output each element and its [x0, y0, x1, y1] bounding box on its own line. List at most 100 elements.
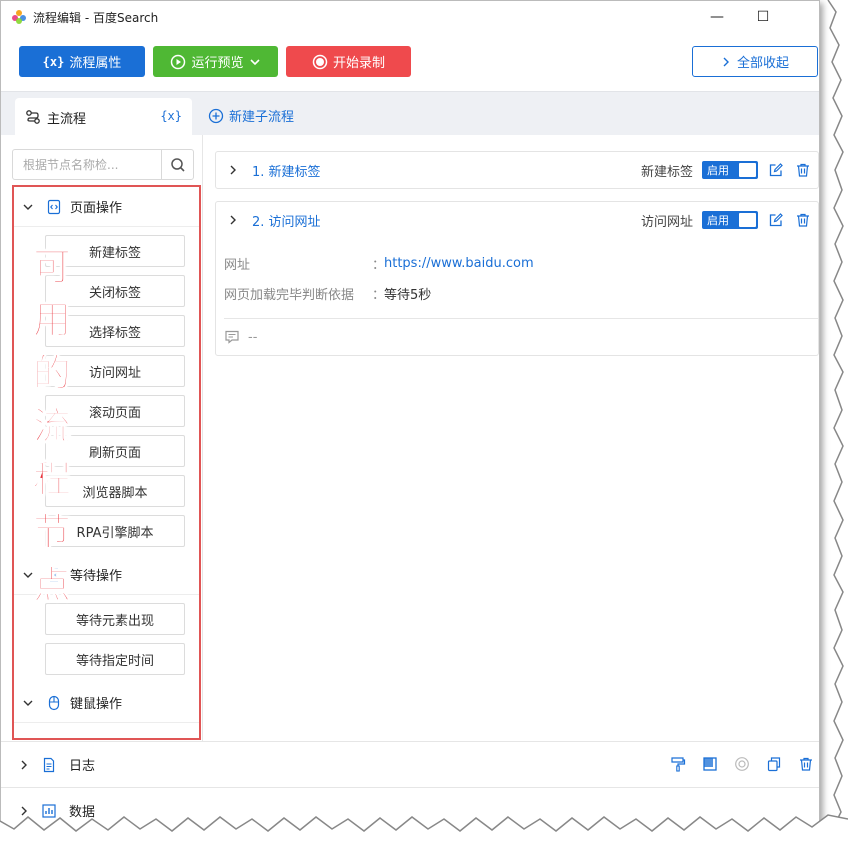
node-refresh-page[interactable]: 刷新页面: [45, 435, 185, 467]
chevron-down-icon: [249, 58, 260, 65]
group-keyboard-mouse-label: 键鼠操作: [70, 697, 123, 712]
group-wait-operations-label: 等待操作: [70, 569, 123, 584]
toggle-label: 启用: [707, 164, 730, 177]
node-close-tab[interactable]: 关闭标签: [45, 275, 185, 307]
chevron-right-icon: [230, 165, 236, 175]
collapse-all-label: 全部收起: [736, 56, 789, 71]
node-wait-element[interactable]: 等待元素出现: [45, 603, 185, 635]
flow-properties-label: 流程属性: [69, 56, 122, 71]
node-visit-url[interactable]: 访问网址: [45, 355, 185, 387]
field-separator: ：: [372, 287, 386, 303]
app-window: 流程编辑 - 百度Search — ☐ {x} 流程属性 运行预览 开始录制 全…: [0, 0, 820, 835]
copy-button[interactable]: [765, 755, 783, 773]
node-rpa-engine-script[interactable]: RPA引擎脚本: [45, 515, 185, 547]
run-preview-button[interactable]: 运行预览: [153, 46, 278, 77]
dock-panel-button[interactable]: [701, 755, 719, 773]
flow-properties-button[interactable]: {x} 流程属性: [19, 46, 145, 77]
step-header[interactable]: 1. 新建标签 新建标签 启用: [216, 152, 818, 188]
step-actions: 访问网址 启用: [641, 202, 812, 238]
step-header[interactable]: 2. 访问网址 访问网址 启用: [216, 202, 818, 238]
start-recording-label: 开始录制: [332, 56, 385, 71]
copy-icon: [767, 757, 781, 772]
step-field-row: 网址 ： https://www.baidu.com: [224, 248, 818, 278]
step-actions: 新建标签 启用: [641, 152, 812, 188]
chevron-right-icon: [723, 57, 729, 66]
edit-step-button[interactable]: [767, 211, 785, 229]
node-select-tab[interactable]: 选择标签: [45, 315, 185, 347]
comment-icon: [225, 330, 239, 344]
node-search: [12, 149, 194, 180]
flow-steps-panel: 1. 新建标签 新建标签 启用 2. 访问网址 访问网址 启用 网址 ： htt…: [203, 135, 819, 741]
step-comment[interactable]: --: [224, 319, 818, 355]
new-subflow-button[interactable]: 新建子流程: [208, 106, 294, 125]
title-bar: 流程编辑 - 百度Search — ☐: [1, 1, 819, 33]
tab-main-flow-label: 主流程: [47, 111, 87, 127]
record-icon: [312, 54, 328, 69]
step-field-row: 网页加载完毕判断依据 ： 等待5秒: [224, 278, 818, 308]
field-separator: ：: [372, 257, 386, 273]
step-enable-toggle[interactable]: 启用: [702, 211, 759, 229]
group-keyboard-mouse-operations[interactable]: 键鼠操作: [14, 683, 199, 723]
paint-brush-icon: [671, 757, 686, 772]
window-title: 流程编辑 - 百度Search: [33, 10, 159, 25]
toolbar: {x} 流程属性 运行预览 开始录制 全部收起: [1, 33, 819, 91]
node-browser-script[interactable]: 浏览器脚本: [45, 475, 185, 507]
target-button[interactable]: [733, 755, 751, 773]
log-panel-label: 日志: [69, 759, 96, 774]
play-circle-icon: [171, 54, 186, 69]
log-panel-header[interactable]: 日志: [1, 741, 819, 787]
run-preview-label: 运行预览: [191, 56, 244, 71]
node-scroll-page[interactable]: 滚动页面: [45, 395, 185, 427]
torn-edge-right: [827, 0, 848, 849]
chevron-down-icon: [23, 204, 33, 210]
toggle-label: 启用: [707, 214, 730, 227]
field-value: 等待5秒: [384, 287, 432, 303]
step-type-label: 访问网址: [641, 214, 694, 230]
step-type-label: 新建标签: [641, 164, 694, 180]
maximize-button[interactable]: ☐: [753, 7, 773, 27]
hourglass-icon: [50, 567, 58, 582]
mouse-icon: [48, 695, 60, 710]
node-wait-time[interactable]: 等待指定时间: [45, 643, 185, 675]
group-page-operations[interactable]: 页面操作: [14, 187, 199, 227]
field-key: 网址: [224, 257, 251, 273]
collapse-all-button[interactable]: 全部收起: [692, 46, 818, 77]
torn-edge-bottom: [0, 814, 848, 849]
chevron-right-icon: [21, 760, 27, 769]
node-sidebar: 页面操作 新建标签 关闭标签 选择标签 访问网址 滚动页面 刷新页面 浏览器脚本…: [1, 135, 203, 741]
node-search-input[interactable]: [13, 150, 161, 179]
node-new-tab[interactable]: 新建标签: [45, 235, 185, 267]
edit-step-button[interactable]: [767, 161, 785, 179]
panel-dock-icon: [703, 757, 717, 771]
flow-tab-bar: 主流程 {x} 新建子流程: [1, 91, 819, 136]
available-nodes-highlight: 页面操作 新建标签 关闭标签 选择标签 访问网址 滚动页面 刷新页面 浏览器脚本…: [12, 185, 201, 740]
flow-variables-button[interactable]: {x}: [160, 109, 182, 123]
step-enable-toggle[interactable]: 启用: [702, 161, 759, 179]
chevron-down-icon: [23, 700, 33, 706]
plus-circle-icon: [208, 108, 224, 123]
group-page-operations-items: 新建标签 关闭标签 选择标签 访问网址 滚动页面 刷新页面 浏览器脚本 RPA引…: [14, 235, 199, 553]
edit-icon: [769, 163, 783, 177]
step-details: 网址 ： https://www.baidu.com 网页加载完毕判断依据 ： …: [216, 238, 818, 355]
search-button[interactable]: [161, 150, 193, 179]
step-title: 1. 新建标签: [252, 164, 321, 180]
search-icon: [170, 157, 185, 172]
flow-branch-icon: [26, 110, 40, 124]
field-value-url[interactable]: https://www.baidu.com: [384, 256, 534, 271]
tab-main-flow[interactable]: 主流程 {x}: [15, 98, 192, 136]
format-brush-button[interactable]: [669, 755, 687, 773]
code-page-icon: [47, 199, 61, 214]
target-icon: [735, 757, 749, 771]
new-subflow-label: 新建子流程: [229, 110, 295, 125]
step-card: 1. 新建标签 新建标签 启用: [215, 151, 819, 189]
log-document-icon: [43, 757, 55, 772]
start-recording-button[interactable]: 开始录制: [286, 46, 411, 77]
variable-icon: {x}: [42, 54, 65, 69]
minimize-button[interactable]: —: [707, 7, 727, 27]
group-wait-operations[interactable]: 等待操作: [14, 555, 199, 595]
chevron-right-icon: [230, 215, 236, 225]
field-key: 网页加载完毕判断依据: [224, 287, 355, 303]
group-wait-operations-items: 等待元素出现 等待指定时间: [14, 603, 199, 681]
step-card: 2. 访问网址 访问网址 启用 网址 ： https://www.baidu.c…: [215, 201, 819, 356]
edit-icon: [769, 213, 783, 227]
